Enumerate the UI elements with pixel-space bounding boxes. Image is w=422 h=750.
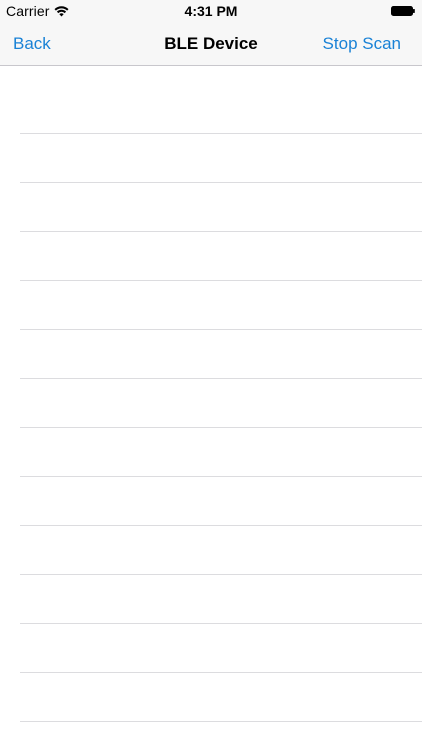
table-row[interactable] [0, 673, 422, 722]
table-row[interactable] [0, 134, 422, 183]
table-row[interactable] [0, 575, 422, 624]
table-row[interactable] [0, 232, 422, 281]
table-row[interactable] [0, 330, 422, 379]
table-row[interactable] [0, 66, 422, 134]
table-row[interactable] [0, 624, 422, 673]
table-row[interactable] [0, 477, 422, 526]
status-bar: Carrier 4:31 PM [0, 0, 422, 22]
status-time: 4:31 PM [184, 3, 238, 19]
table-row[interactable] [0, 428, 422, 477]
stop-scan-button[interactable]: Stop Scan [323, 34, 401, 54]
battery-icon [391, 6, 415, 16]
navigation-bar: Back BLE Device Stop Scan [0, 22, 422, 66]
table-row[interactable] [0, 379, 422, 428]
table-row[interactable] [0, 281, 422, 330]
row-separator [20, 721, 422, 722]
device-table[interactable] [0, 66, 422, 750]
table-row[interactable] [0, 526, 422, 575]
table-row[interactable] [0, 183, 422, 232]
screen: Carrier 4:31 PM Back BLE Device Stop Sca… [0, 0, 422, 750]
